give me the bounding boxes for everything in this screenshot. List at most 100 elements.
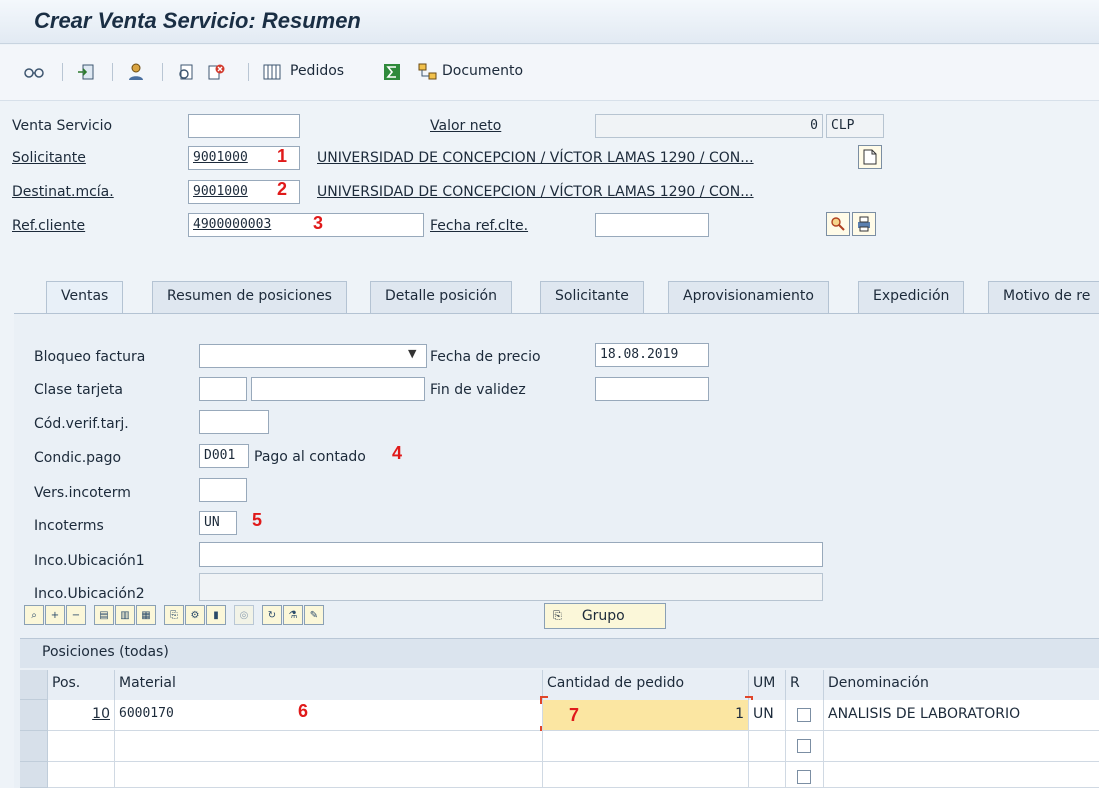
- venta-servicio-field[interactable]: [188, 114, 300, 138]
- document-flow-icon[interactable]: ⎘: [164, 605, 184, 625]
- grupo-button[interactable]: ⎘ Grupo: [544, 603, 666, 629]
- condic-pago-label: Condic.pago: [34, 450, 122, 466]
- fin-validez-field[interactable]: [595, 377, 709, 401]
- select-block-icon[interactable]: ▥: [115, 605, 135, 625]
- cell-cantidad[interactable]: [543, 731, 749, 762]
- inco-ubicacion1-label: Inco.Ubicación1: [34, 553, 145, 569]
- col-r[interactable]: R: [786, 670, 824, 700]
- import-icon[interactable]: [74, 60, 98, 84]
- cell-cantidad[interactable]: [543, 762, 749, 788]
- fecha-precio-field[interactable]: 18.08.2019: [595, 343, 709, 367]
- row-selector[interactable]: [20, 762, 48, 788]
- chevron-down-icon[interactable]: ▼: [408, 347, 416, 360]
- condic-pago-description: Pago al contado: [254, 449, 366, 465]
- print-button[interactable]: [852, 212, 876, 236]
- cell-denominacion[interactable]: [824, 762, 1099, 788]
- chart-icon[interactable]: ▮: [206, 605, 226, 625]
- cell-pos[interactable]: [48, 762, 115, 788]
- select-all-icon[interactable]: ▤: [94, 605, 114, 625]
- bloqueo-factura-label: Bloqueo factura: [34, 349, 146, 365]
- tarjeta-number-field[interactable]: [251, 377, 425, 401]
- ref-cliente-field[interactable]: 4900000003: [188, 213, 424, 237]
- currency-field: CLP: [826, 114, 884, 138]
- ref-cliente-label: Ref.cliente: [12, 218, 86, 234]
- venta-servicio-label: Venta Servicio: [12, 118, 113, 134]
- cell-r[interactable]: [786, 700, 824, 731]
- vers-incoterm-field[interactable]: [199, 478, 247, 502]
- tab-aprovisionamiento[interactable]: Aprovisionamiento: [668, 281, 829, 313]
- cell-um[interactable]: [749, 762, 786, 788]
- annotation-1: 1: [277, 146, 288, 166]
- tab-resumen-posiciones[interactable]: Resumen de posiciones: [152, 281, 347, 313]
- search-person-icon: [831, 217, 845, 231]
- document-flow-icon[interactable]: [416, 60, 440, 84]
- checkbox[interactable]: [797, 708, 811, 722]
- col-material[interactable]: Material: [115, 670, 543, 700]
- checkbox[interactable]: [797, 770, 811, 784]
- status-icon[interactable]: ⚙: [185, 605, 205, 625]
- person-icon[interactable]: [124, 60, 148, 84]
- grupo-label: Grupo: [581, 608, 625, 624]
- col-denominacion[interactable]: Denominación: [824, 670, 1099, 700]
- clase-tarjeta-field[interactable]: [199, 377, 247, 401]
- cell-um[interactable]: UN: [749, 700, 786, 731]
- checkbox[interactable]: [797, 739, 811, 753]
- cell-pos[interactable]: 10: [48, 700, 115, 731]
- details-icon[interactable]: ⌕: [24, 605, 44, 625]
- incoterms-field[interactable]: UN: [199, 511, 237, 535]
- row-selector[interactable]: [20, 700, 48, 731]
- destinatario-description: UNIVERSIDAD DE CONCEPCION / VÍCTOR LAMAS…: [317, 184, 754, 200]
- tab-ventas[interactable]: Ventas: [46, 281, 124, 313]
- orders-icon[interactable]: [260, 60, 284, 84]
- cell-pos[interactable]: [48, 731, 115, 762]
- new-document-button[interactable]: [858, 145, 882, 169]
- cell-material[interactable]: [115, 762, 543, 788]
- fecha-ref-field[interactable]: [595, 213, 709, 237]
- tab-motivo[interactable]: Motivo de re: [988, 281, 1099, 313]
- solicitante-label: Solicitante: [12, 150, 86, 166]
- bloqueo-factura-select[interactable]: [199, 344, 427, 368]
- partner-search-button[interactable]: [826, 212, 850, 236]
- col-um[interactable]: UM: [749, 670, 786, 700]
- cell-material[interactable]: 6000170: [115, 700, 543, 731]
- orders-button[interactable]: Pedidos: [290, 63, 344, 79]
- cell-denominacion[interactable]: [824, 731, 1099, 762]
- annotation-2: 2: [277, 179, 288, 199]
- flask-icon[interactable]: ⚗: [283, 605, 303, 625]
- document-button[interactable]: Documento: [442, 63, 523, 79]
- annotation-6: 6: [298, 701, 309, 721]
- vers-incoterm-label: Vers.incoterm: [34, 485, 131, 501]
- col-cantidad[interactable]: Cantidad de pedido: [543, 670, 749, 700]
- partner-icon: ◎: [234, 605, 254, 625]
- select-all-rows[interactable]: [20, 670, 48, 700]
- insert-row-icon[interactable]: +: [45, 605, 65, 625]
- cell-um[interactable]: [749, 731, 786, 762]
- cell-r[interactable]: [786, 762, 824, 788]
- reload-icon[interactable]: ↻: [262, 605, 282, 625]
- deselect-icon[interactable]: ▦: [136, 605, 156, 625]
- group-icon: ⎘: [553, 609, 562, 622]
- cell-material[interactable]: [115, 731, 543, 762]
- tab-solicitante[interactable]: Solicitante: [540, 281, 644, 313]
- cell-denominacion[interactable]: ANALISIS DE LABORATORIO: [824, 700, 1099, 731]
- sum-icon[interactable]: [380, 60, 404, 84]
- annotation-5: 5: [252, 510, 263, 530]
- incoterms-label: Incoterms: [34, 518, 104, 534]
- clase-tarjeta-label: Clase tarjeta: [34, 382, 123, 398]
- col-pos[interactable]: Pos.: [48, 670, 115, 700]
- row-selector[interactable]: [20, 731, 48, 762]
- fecha-ref-label: Fecha ref.clte.: [430, 218, 529, 234]
- inco-ubicacion2-label: Inco.Ubicación2: [34, 586, 145, 602]
- valor-neto-field: 0: [595, 114, 823, 138]
- tab-detalle-posicion[interactable]: Detalle posición: [370, 281, 512, 313]
- glasses-icon[interactable]: [22, 60, 46, 84]
- cell-r[interactable]: [786, 731, 824, 762]
- inco-ubicacion1-field[interactable]: [199, 542, 823, 567]
- cod-verif-field[interactable]: [199, 410, 269, 434]
- edit-icon[interactable]: ✎: [304, 605, 324, 625]
- tab-expedicion[interactable]: Expedición: [858, 281, 965, 313]
- delete-doc-icon[interactable]: [204, 60, 228, 84]
- delete-row-icon[interactable]: −: [66, 605, 86, 625]
- display-doc-icon[interactable]: [174, 60, 198, 84]
- condic-pago-field[interactable]: D001: [199, 444, 249, 468]
